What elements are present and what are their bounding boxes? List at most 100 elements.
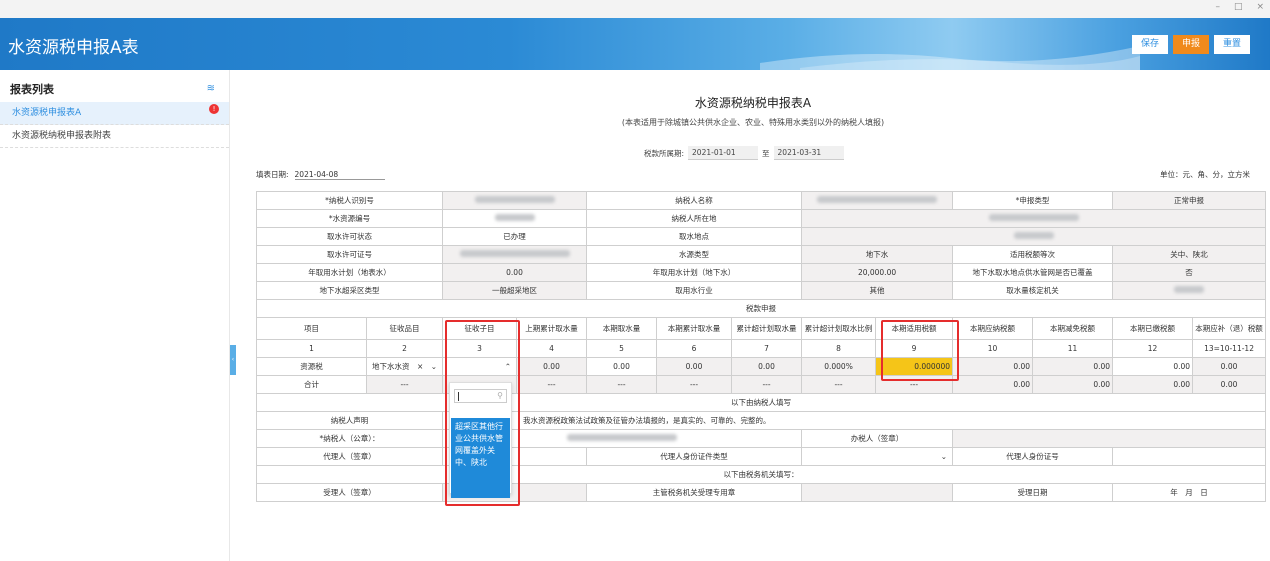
taxpayer-name-value [801,191,954,210]
fill-date: 填表日期: 2021-04-08 [256,169,385,180]
minimize-icon[interactable]: – [1215,2,1220,12]
rate-level-value: 关中、陕北 [1112,245,1267,264]
table-row: 合计 --- --- --- --- --- --- --- 0.00 0.00… [256,375,1267,394]
annual-plan-label: 年取用水计划（地表水） [256,263,443,282]
chevron-up-icon[interactable]: ⌃ [505,362,511,371]
paid-tax-input[interactable]: 0.00 [1112,357,1194,376]
total-cell: --- [366,375,443,394]
column-number: 2 [366,339,443,358]
column-header: 本期取水量 [586,317,657,340]
water-type-label: 水源类型 [585,245,803,264]
column-header: 本期适用税额 [875,317,954,340]
annual-plan-value: 0.00 [442,263,587,282]
save-button[interactable]: 保存 [1131,35,1168,54]
layers-icon[interactable]: ≋ [207,83,215,94]
receive-date-label: 受理日期 [952,483,1114,502]
form-area: 水资源税纳税申报表A (本表适用于除城镇公共供水企业、农业、特殊用水类别以外的纳… [238,70,1270,561]
agent-id-type-label: 代理人身份证件类型 [585,447,803,466]
overdraft-type-label: 地下水超采区类型 [256,281,443,300]
column-number: 1 [256,339,367,358]
reduction-tax-cell: 0.00 [1032,357,1114,376]
clear-icon[interactable]: × [417,362,423,371]
category-select[interactable]: 地下水水资 × ⌄ [366,357,443,376]
unit-label: 单位：元、角、分，立方米 [1160,170,1250,179]
permit-no-label: 取水许可证号 [256,245,443,264]
column-number: 4 [516,339,587,358]
search-icon: ⚲ [497,391,503,400]
receiver-seal-value [801,483,954,502]
agent-id-no-input[interactable] [1112,447,1267,466]
taxpayer-fill-title: 以下由纳税人填写 [255,393,1267,412]
column-number: 5 [586,339,657,358]
item-cell: 资源税 [256,357,367,376]
water-no-label: *水资源编号 [256,209,443,228]
permit-status-label: 取水许可状态 [256,227,443,246]
dropdown-search-input[interactable]: ⚲ [454,389,507,403]
column-number: 10 [952,339,1034,358]
payable-tax-cell: 0.00 [952,357,1034,376]
maximize-icon[interactable]: □ [1234,2,1243,12]
close-icon[interactable]: × [1256,2,1264,12]
total-cell: --- [516,375,587,394]
taxpayer-location-value [801,209,1267,228]
water-type-value: 地下水 [801,245,954,264]
pipe-cover-label: 地下水取水地点供水管网是否已覆盖 [952,263,1114,282]
receiver-label: 受理人（签章） [256,483,443,502]
receiver-seal-label: 主管税务机关受理专用章 [585,483,803,502]
form-subtitle: (本表适用于除城镇公共供水企业、农业、特殊用水类别以外的纳税人填报) [621,118,885,127]
column-number: 9 [875,339,954,358]
handler-value[interactable] [952,429,1267,448]
current-intake-input[interactable]: 0.00 [586,357,657,376]
period-start-field[interactable]: 2021-01-01 [688,146,759,160]
over-plan-cell: 0.00 [730,357,803,376]
taxpayer-location-label: 纳税人所在地 [585,209,803,228]
column-header: 征收子目 [442,317,517,340]
column-header: 上期累计取水量 [516,317,587,340]
prev-cumulative-cell: 0.00 [516,357,587,376]
dropdown-option[interactable]: 超采区其他行业公共供水管网覆盖外关中、陕北 [451,418,510,498]
header-wave-decoration [760,46,1140,70]
agent-id-no-label: 代理人身份证号 [952,447,1114,466]
rate-level-label: 适用税额等次 [952,245,1114,264]
sidebar-item-label: 水资源税申报表A [12,108,82,118]
water-no-value[interactable] [442,209,587,228]
column-number: 3 [442,339,517,358]
column-header: 累计超计划取水比例 [801,317,877,340]
taxpayer-id-value [442,191,587,210]
sidebar-item-label: 水资源税纳税申报表附表 [12,131,112,141]
total-cell: --- [730,375,803,394]
column-number: 12 [1112,339,1194,358]
applicable-rate-cell: 0.000000 [875,357,954,376]
industry-value: 其他 [801,281,954,300]
fill-date-field[interactable]: 2021-04-08 [294,170,385,180]
total-cell: --- [801,375,877,394]
over-plan-ratio-cell: 0.000% [801,357,877,376]
sidebar-collapse-handle[interactable]: ‹ [230,345,236,375]
period-end-field[interactable]: 2021-03-31 [773,146,844,160]
category-select-value: 地下水水资 [372,362,410,371]
total-cell: --- [875,375,954,394]
chevron-down-icon[interactable]: ⌄ [431,362,437,371]
reset-button[interactable]: 重置 [1213,35,1250,54]
intake-location-value [801,227,1267,246]
declare-type-value: 正常申报 [1112,191,1267,210]
sidebar-item-water-form-attachment[interactable]: 水资源税纳税申报表附表 [0,125,229,148]
chevron-down-icon[interactable]: ⌄ [941,452,947,461]
sidebar-item-water-form-a[interactable]: 水资源税申报表A ! [0,102,229,125]
annual-plan-gw-value: 20,000.00 [801,263,954,282]
authority-label: 取水量核定机关 [952,281,1114,300]
declare-button[interactable]: 申报 [1172,35,1209,54]
permit-no-value [442,245,587,264]
subcategory-select[interactable]: ⌃ [442,357,517,376]
overdraft-type-value: 一般超采地区 [442,281,587,300]
refund-tax-cell: 0.00 [1192,357,1267,376]
column-header: 项目 [256,317,367,340]
pipe-cover-value: 否 [1112,263,1267,282]
column-number: 8 [801,339,877,358]
taxpayer-seal-label: *纳税人（公章）： [256,429,443,448]
fill-date-label: 填表日期: [256,170,289,179]
column-number: 6 [656,339,732,358]
total-cell: 0.00 [952,375,1034,394]
current-cumulative-cell: 0.00 [656,357,732,376]
agent-id-type-select[interactable]: ⌄ [801,447,954,466]
